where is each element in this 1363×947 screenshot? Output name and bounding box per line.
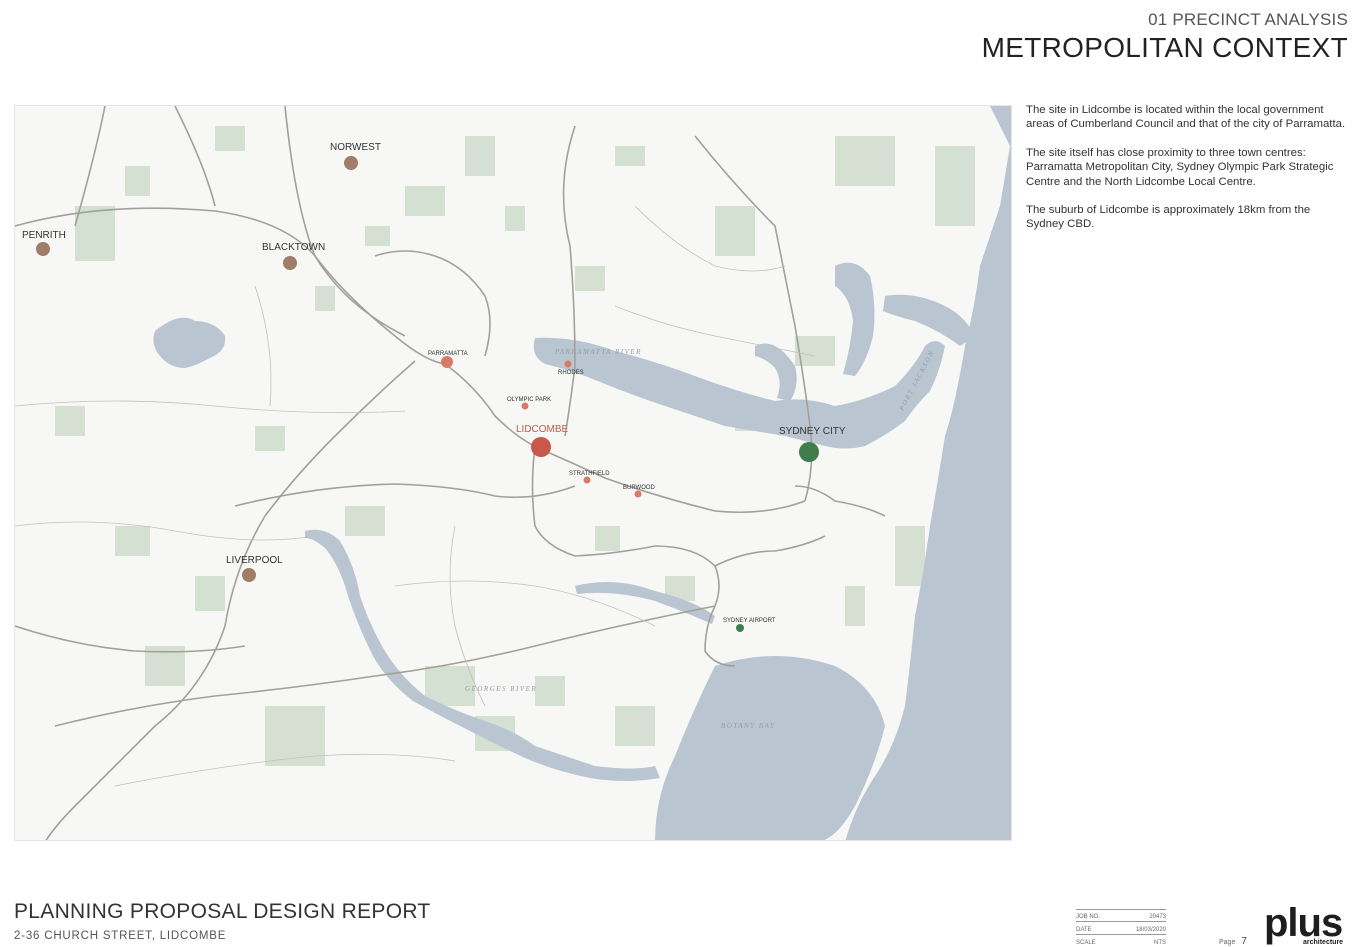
description-paragraph: The site itself has close proximity to t… [1026,146,1334,188]
lidcombe-label: LIDCOMBE [516,424,569,435]
parramatta-marker [441,356,453,368]
liverpool-marker [242,568,256,582]
job-value: 20473 [1149,914,1166,920]
title-block: JOB NO. 20473 DATE 18/03/2020 SCALE NTS [1076,909,1166,947]
job-label: JOB NO. [1076,914,1101,920]
sydney-airport-marker [736,624,744,632]
burwood-label: BURWOOD [623,485,656,491]
job-row: JOB NO. 20473 [1076,909,1166,922]
strathfield-marker [583,476,591,484]
parramatta-label: PARRAMATTA [428,351,468,357]
liverpool-label: LIVERPOOL [226,555,283,566]
page-number: Page 7 [1219,936,1247,947]
report-title: PLANNING PROPOSAL DESIGN REPORT [14,900,431,923]
sydney-airport-label: SYDNEY AIRPORT [723,618,776,624]
burwood-marker [634,490,642,498]
section-title: 01 PRECINCT ANALYSIS [1148,10,1348,29]
description-panel: The site in Lidcombe is located within t… [1026,103,1348,246]
company-logo: plus [1264,901,1343,945]
botany-bay-label: BOTANY BAY [721,722,775,730]
description-paragraph: The site in Lidcombe is located within t… [1026,104,1346,131]
company-logo-subtitle: architecture [1303,939,1344,946]
olympic-park-label: OLYMPIC PARK [507,397,551,403]
scale-value: NTS [1154,940,1166,946]
penrith-label: PENRITH [22,230,66,241]
norwest-label: NORWEST [330,142,381,153]
date-row: DATE 18/03/2020 [1076,922,1166,935]
date-value: 18/03/2020 [1135,927,1166,933]
olympic-park-marker [521,402,529,410]
blacktown-label: BLACKTOWN [262,242,325,253]
date-label: DATE [1076,927,1092,933]
page-header: 01 PRECINCT ANALYSIS METROPOLITAN CONTEX… [982,10,1348,64]
blacktown-marker [283,256,297,270]
sydney-city-marker [799,442,819,462]
strathfield-label: STRATHFIELD [569,471,610,477]
parramatta-river-label: PARRAMATTA RIVER [554,348,642,356]
penrith-marker [36,242,50,256]
rhodes-label: RHODES [558,370,584,376]
metropolitan-map: PARRAMATTA RIVER GEORGES RIVER BOTANY BA… [14,105,1012,841]
page-label: Page [1219,939,1236,946]
report-address: 2-36 CHURCH STREET, LIDCOMBE [14,930,227,942]
page-value: 7 [1241,936,1247,947]
lidcombe-marker [531,437,551,457]
scale-label: SCALE [1076,940,1096,946]
sydney-city-label: SYDNEY CITY [779,426,846,437]
page-title: METROPOLITAN CONTEXT [981,32,1348,63]
norwest-marker [344,156,358,170]
scale-row: SCALE NTS [1076,935,1166,947]
georges-river-label: GEORGES RIVER [465,685,537,693]
rhodes-marker [564,360,572,368]
description-paragraph: The suburb of Lidcombe is approximately … [1026,204,1311,231]
